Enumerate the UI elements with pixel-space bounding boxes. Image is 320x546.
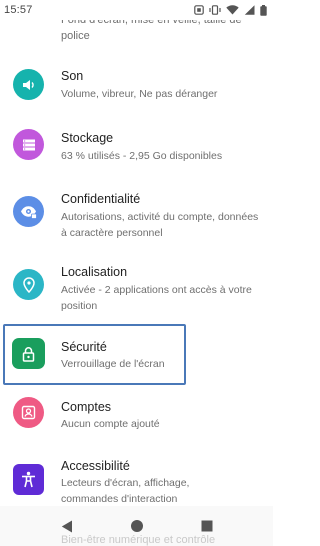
settings-item-accounts[interactable]: Comptes Aucun compte ajouté (0, 390, 273, 452)
settings-item-title: Localisation (61, 265, 128, 279)
battery-icon (260, 4, 267, 16)
settings-item-subtitle: Lecteurs d'écran, affichage, commandes d… (61, 477, 190, 505)
settings-item-title: Comptes (61, 400, 112, 414)
storage-icon (13, 129, 44, 160)
screenshot-icon (194, 5, 204, 15)
settings-item-title: Stockage (61, 131, 114, 145)
settings-item-storage[interactable]: Stockage 63 % utilisés - 2,95 Go disponi… (0, 122, 273, 184)
location-pin-icon (13, 269, 44, 300)
settings-item-subtitle: Verrouillage de l'écran (61, 358, 165, 370)
recents-icon[interactable] (197, 516, 217, 536)
settings-item-title: Son (61, 69, 84, 83)
settings-item-accessibility[interactable]: Accessibilité Lecteurs d'écran, affichag… (0, 450, 273, 508)
digital-wellbeing-item-partial: Bien-être numérique et contrôle (61, 534, 216, 546)
settings-item-subtitle: Autorisations, activité du compte, donné… (61, 211, 259, 239)
lock-icon (12, 338, 45, 369)
status-icons (194, 4, 267, 16)
settings-item-subtitle: Volume, vibreur, Ne pas déranger (61, 88, 218, 100)
back-icon[interactable] (57, 516, 77, 536)
privacy-eye-icon (13, 196, 44, 227)
settings-item-subtitle: Activée - 2 applications ont accès à vot… (61, 284, 252, 312)
settings-item-location[interactable]: Localisation Activée - 2 applications on… (0, 256, 273, 322)
status-time: 15:57 (4, 4, 33, 16)
settings-item-title: Accessibilité (61, 459, 130, 473)
settings-item-title: Sécurité (61, 340, 107, 354)
signal-icon (244, 5, 255, 15)
settings-item-title: Confidentialité (61, 192, 141, 206)
status-bar: 15:57 (0, 0, 273, 20)
home-icon[interactable] (127, 516, 147, 536)
volume-icon (13, 69, 44, 100)
accessibility-icon (13, 464, 44, 495)
settings-item-security[interactable]: Sécurité Verrouillage de l'écran (0, 325, 273, 387)
wifi-icon (226, 5, 239, 15)
settings-item-privacy[interactable]: Confidentialité Autorisations, activité … (0, 183, 273, 253)
account-icon (13, 397, 44, 428)
settings-screen: 15:57 Fond d'écran, mise en veille, tail… (0, 0, 273, 546)
settings-item-sound[interactable]: Son Volume, vibreur, Ne pas déranger (0, 60, 273, 122)
settings-item-subtitle: Aucun compte ajouté (61, 418, 160, 430)
settings-item-subtitle: 63 % utilisés - 2,95 Go disponibles (61, 150, 223, 162)
vibrate-icon (209, 5, 221, 15)
